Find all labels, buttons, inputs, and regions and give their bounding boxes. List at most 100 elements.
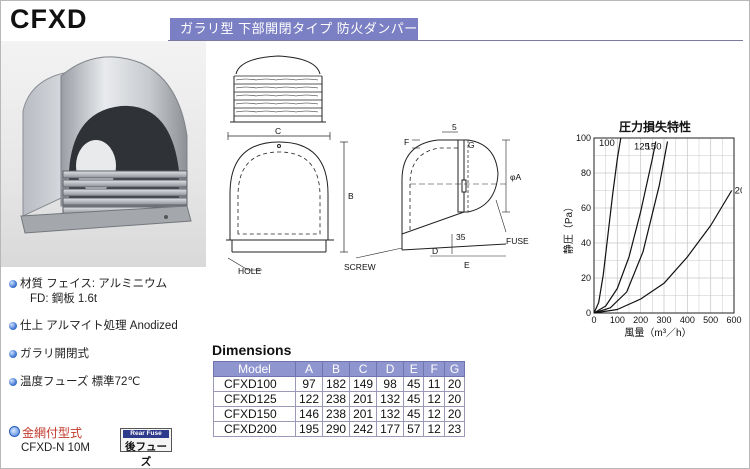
table-row: CFXD100 97 182 149 98 45 11 20 (213, 376, 466, 392)
rear-fuse-badge: Rear Fuse 後フューズ (120, 428, 172, 468)
cell-e: 57 (403, 421, 425, 437)
cell-c: 149 (349, 376, 378, 392)
label-c: C (275, 126, 281, 136)
cell-a: 122 (294, 391, 324, 407)
dimensions-header-row: Model A B C D E F G (213, 361, 466, 377)
cell-model: CFXD150 (213, 406, 296, 422)
label-g: G (468, 140, 475, 150)
label-screw: SCREW (344, 262, 376, 272)
cell-g: 20 (443, 391, 466, 407)
chart-x-tick-label: 500 (703, 315, 718, 325)
label-phi-a: φA (510, 172, 522, 182)
product-illustration (20, 56, 192, 234)
chart-x-tick-label: 300 (656, 315, 671, 325)
label-e: E (464, 260, 470, 270)
bullet-icon (9, 280, 17, 288)
cell-b: 182 (322, 376, 351, 392)
cell-g: 20 (443, 376, 466, 392)
product-photo (1, 41, 206, 267)
cell-model: CFXD100 (213, 376, 296, 392)
cell-a: 97 (294, 376, 324, 392)
cell-e: 45 (403, 376, 425, 392)
side-view (355, 131, 510, 259)
title-rule (168, 40, 743, 41)
header-c: C (349, 361, 378, 377)
dimensions-table: Model A B C D E F G CFXD100 97 182 149 9… (213, 361, 466, 437)
bullet-icon (9, 322, 17, 330)
cell-b: 238 (322, 391, 351, 407)
chart-y-tick-label: 40 (581, 238, 591, 248)
type-label-tab: ガラリ型 下部開閉タイプ 防火ダンパー付 (170, 18, 418, 58)
cell-b: 238 (322, 406, 351, 422)
chart-series-label: 200 (735, 186, 742, 197)
cell-f: 12 (423, 406, 445, 422)
dimensions-title: Dimensions (212, 342, 292, 358)
label-f: F (404, 137, 409, 147)
table-row: CFXD200 195 290 242 177 57 12 23 (213, 421, 466, 437)
spec-item-finish: 仕上 アルマイト処理 Anodized (8, 319, 208, 334)
label-b: B (348, 191, 354, 201)
chart-x-axis-label: 風量（m³／h） (624, 327, 691, 339)
cell-d: 177 (376, 421, 405, 437)
cell-a: 146 (294, 406, 324, 422)
cell-d: 132 (376, 406, 405, 422)
cell-d: 98 (376, 376, 405, 392)
spec-item-louver: ガラリ開閉式 (8, 347, 208, 362)
top-view (230, 55, 326, 123)
chart-y-tick-label: 0 (586, 308, 591, 318)
spec-list: 材質 フェイス: アルミニウム FD: 鋼板 1.6t 仕上 アルマイト処理 A… (8, 277, 208, 390)
chart-series-label: 150 (646, 142, 662, 153)
cell-d: 132 (376, 391, 405, 407)
spec-material-sub: FD: 鋼板 1.6t (30, 293, 98, 305)
chart-series-label: 100 (599, 138, 615, 149)
chart-series-line (593, 141, 657, 314)
option-title: 金網付型式 (9, 424, 82, 441)
header-e: E (403, 361, 425, 377)
cell-g: 20 (443, 406, 466, 422)
label-d: D (432, 246, 438, 256)
cell-f: 12 (423, 391, 445, 407)
chart-x-tick-label: 0 (591, 315, 596, 325)
chart-title: 圧力損失特性 (619, 119, 691, 134)
spec-item-fuse: 温度フューズ 標準72℃ (8, 375, 208, 390)
chart-y-axis-label: 静圧（Pa） (562, 202, 575, 254)
front-view (226, 132, 348, 271)
spec-finish-label: 仕上 アルマイト処理 Anodized (20, 320, 178, 332)
option-model: CFXD-N 10M (21, 442, 91, 454)
globe-icon (9, 426, 20, 437)
label-5: 5 (452, 122, 457, 132)
chart-x-tick-label: 200 (633, 315, 648, 325)
bullet-icon (9, 378, 17, 386)
chart-series-line (593, 141, 669, 314)
chart-y-tick-label: 100 (576, 133, 591, 143)
table-row: CFXD125 122 238 201 132 45 12 20 (213, 391, 466, 407)
cell-model: CFXD200 (213, 421, 296, 437)
chart-x-tick-label: 400 (680, 315, 695, 325)
cell-f: 11 (423, 376, 445, 392)
header-a: A (294, 361, 324, 377)
chart-x-tick-label: 100 (610, 315, 625, 325)
rear-fuse-badge-en: Rear Fuse (123, 430, 169, 438)
cell-a: 195 (294, 421, 324, 437)
spec-item-material: 材質 フェイス: アルミニウム (8, 277, 208, 292)
technical-drawing: C B HOLE F 5 G φA D E 35 SCREW FUSE (226, 55, 529, 276)
header-d: D (376, 361, 405, 377)
label-hole: HOLE (238, 266, 261, 276)
table-row: CFXD150 146 238 201 132 45 12 20 (213, 406, 466, 422)
header-f: F (423, 361, 445, 377)
cell-c: 201 (349, 406, 378, 422)
chart-y-tick-label: 80 (581, 168, 591, 178)
rear-fuse-badge-jp: 後フューズ (125, 441, 167, 468)
bullet-icon (9, 350, 17, 358)
label-35: 35 (456, 232, 466, 242)
cell-b: 290 (322, 421, 351, 437)
spec-louver-label: ガラリ開閉式 (20, 348, 89, 360)
cell-model: CFXD125 (213, 391, 296, 407)
spec-material-label: 材質 フェイス: アルミニウム (20, 278, 168, 290)
option-title-text: 金網付型式 (22, 426, 83, 440)
pressure-loss-chart: 圧力損失特性 静圧（Pa） 風量（m³／h） 0 100 200 300 400 500 6… (562, 119, 742, 339)
cell-f: 12 (423, 421, 445, 437)
cell-c: 201 (349, 391, 378, 407)
header-b: B (322, 361, 351, 377)
cell-e: 45 (403, 406, 425, 422)
